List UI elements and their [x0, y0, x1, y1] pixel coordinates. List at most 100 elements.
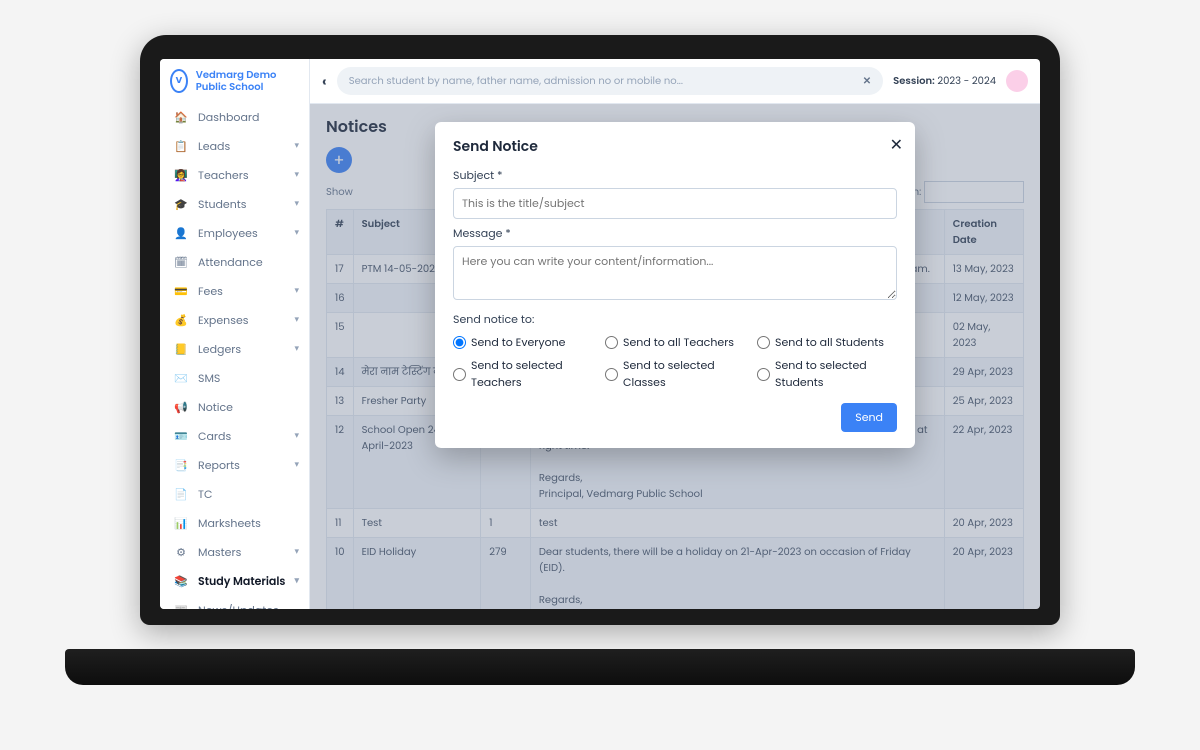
radio-input[interactable]	[757, 336, 770, 349]
chevron-down-icon: ▾	[294, 343, 299, 356]
radio-label: Send to selected Classes	[623, 357, 745, 391]
send-button[interactable]: Send	[841, 403, 897, 432]
send-to-options: Send to Everyone Send to all Teachers Send…	[453, 334, 897, 391]
nav-label: Teachers	[198, 167, 249, 184]
nav-icon: 📑	[172, 457, 190, 474]
nav-label: Expenses	[198, 312, 249, 329]
sidebar-item-cards[interactable]: 🪪Cards▾	[160, 422, 309, 451]
radio-send-to-selected-students[interactable]: Send to selected Students	[757, 357, 897, 391]
nav-icon: 📊	[172, 515, 190, 532]
nav-label: Attendance	[198, 254, 263, 271]
radio-label: Send to Everyone	[471, 334, 566, 351]
nav-icon: 👩‍🏫	[172, 167, 190, 184]
avatar[interactable]	[1006, 70, 1028, 92]
nav-icon: 🎓	[172, 196, 190, 213]
page-body: Notices + Show Search: #	[310, 104, 1040, 609]
nav-icon: 🏠	[172, 109, 190, 126]
sidebar-item-expenses[interactable]: 💰 Expenses ▾	[160, 306, 309, 335]
nav-icon: 📋	[172, 138, 190, 155]
nav-list: 🏠Dashboard📋Leads▾👩‍🏫Teachers▾🎓Students▾👤…	[160, 103, 309, 609]
nav-label: Fees	[198, 283, 223, 300]
chevron-down-icon: ▾	[294, 140, 299, 153]
subject-input[interactable]	[453, 188, 897, 219]
brand[interactable]: V Vedmarg Demo Public School	[160, 59, 309, 103]
radio-send-to-all-teachers[interactable]: Send to all Teachers	[605, 334, 745, 351]
radio-input[interactable]	[453, 368, 466, 381]
subject-label: Subject *	[453, 167, 897, 184]
sidebar-item-marksheets[interactable]: 📊Marksheets	[160, 509, 309, 538]
sidebar-item-ledgers[interactable]: 📒 Ledgers ▾	[160, 335, 309, 364]
brand-name: Vedmarg Demo Public School	[196, 69, 299, 93]
radio-send-to-everyone[interactable]: Send to Everyone	[453, 334, 593, 351]
send-to-label: Send notice to:	[453, 311, 897, 328]
radio-label: Send to all Teachers	[623, 334, 734, 351]
laptop-frame: V Vedmarg Demo Public School 🏠 Dashboard 📋…	[65, 35, 1135, 715]
nav-label: Ledgers	[198, 341, 241, 358]
sidebar-item-news-updates[interactable]: 📰News/Updates	[160, 596, 309, 609]
chevron-down-icon: ▾	[294, 227, 299, 240]
sidebar: V Vedmarg Demo Public School 🏠 Dashboard 📋…	[160, 59, 310, 609]
chevron-down-icon: ▾	[294, 546, 299, 559]
sidebar-item-attendance[interactable]: 🗓 Attendance	[160, 248, 309, 277]
message-label: Message *	[453, 225, 897, 242]
topbar: ‹ Search student by name, father name, a…	[310, 59, 1040, 104]
sidebar-item-masters[interactable]: ⚙Masters▾	[160, 538, 309, 567]
main-area: ‹ Search student by name, father name, a…	[310, 59, 1040, 609]
sidebar-item-employees[interactable]: 👤Employees▾	[160, 219, 309, 248]
laptop-base	[65, 649, 1135, 685]
chevron-down-icon: ▾	[294, 198, 299, 211]
radio-input[interactable]	[605, 368, 618, 381]
chevron-down-icon: ▾	[294, 430, 299, 443]
sidebar-item-tc[interactable]: 📄TC	[160, 480, 309, 509]
nav-icon: 🗓	[172, 254, 190, 271]
app-screen: V Vedmarg Demo Public School 🏠 Dashboard 📋…	[160, 59, 1040, 609]
sidebar-item-dashboard[interactable]: 🏠 Dashboard	[160, 103, 309, 132]
nav-label: Notice	[198, 399, 233, 416]
radio-send-to-all-students[interactable]: Send to all Students	[757, 334, 897, 351]
sidebar-item-leads[interactable]: 📋 Leads ▾	[160, 132, 309, 161]
message-textarea[interactable]	[453, 246, 897, 300]
search-placeholder-text: Search student by name, father name, adm…	[349, 73, 683, 89]
nav-icon: 🪪	[172, 428, 190, 445]
chevron-down-icon: ▾	[294, 459, 299, 472]
global-search[interactable]: Search student by name, father name, adm…	[337, 67, 883, 95]
brand-logo-icon: V	[170, 69, 188, 93]
radio-label: Send to selected Students	[775, 357, 897, 391]
sidebar-item-study-materials[interactable]: 📚Study Materials▾	[160, 567, 309, 596]
sidebar-item-fees[interactable]: 💳Fees▾	[160, 277, 309, 306]
radio-label: Send to selected Teachers	[471, 357, 593, 391]
radio-label: Send to all Students	[775, 334, 884, 351]
chevron-down-icon: ▾	[294, 314, 299, 327]
nav-label: Leads	[198, 138, 230, 155]
nav-icon: ✉️	[172, 370, 190, 387]
nav-label: Masters	[198, 544, 241, 561]
send-notice-modal: ✕ Send Notice Subject * Message * Send n…	[435, 122, 915, 448]
nav-label: News/Updates	[198, 602, 279, 609]
radio-input[interactable]	[453, 336, 466, 349]
nav-icon: 📒	[172, 341, 190, 358]
nav-icon: 💰	[172, 312, 190, 329]
sidebar-item-teachers[interactable]: 👩‍🏫 Teachers ▾	[160, 161, 309, 190]
sidebar-item-notice[interactable]: 📢Notice	[160, 393, 309, 422]
nav-label: Employees	[198, 225, 258, 242]
modal-title: Send Notice	[453, 136, 897, 157]
clear-search-icon[interactable]: ✕	[863, 73, 871, 89]
nav-icon: 💳	[172, 283, 190, 300]
radio-send-to-selected-teachers[interactable]: Send to selected Teachers	[453, 357, 593, 391]
sidebar-item-sms[interactable]: ✉️ SMS	[160, 364, 309, 393]
session-indicator: Session: 2023 - 2024	[893, 73, 996, 89]
nav-label: Study Materials	[198, 573, 285, 590]
chevron-down-icon: ▾	[294, 169, 299, 182]
radio-input[interactable]	[605, 336, 618, 349]
session-label: Session:	[893, 73, 935, 88]
sidebar-item-students[interactable]: 🎓 Students ▾	[160, 190, 309, 219]
session-value: 2023 - 2024	[937, 73, 996, 88]
radio-send-to-selected-classes[interactable]: Send to selected Classes	[605, 357, 745, 391]
sidebar-item-reports[interactable]: 📑Reports▾	[160, 451, 309, 480]
back-button[interactable]: ‹	[322, 71, 327, 92]
nav-label: Students	[198, 196, 247, 213]
close-icon[interactable]: ✕	[890, 132, 903, 157]
nav-label: Dashboard	[198, 109, 259, 126]
radio-input[interactable]	[757, 368, 770, 381]
nav-label: SMS	[198, 370, 220, 387]
